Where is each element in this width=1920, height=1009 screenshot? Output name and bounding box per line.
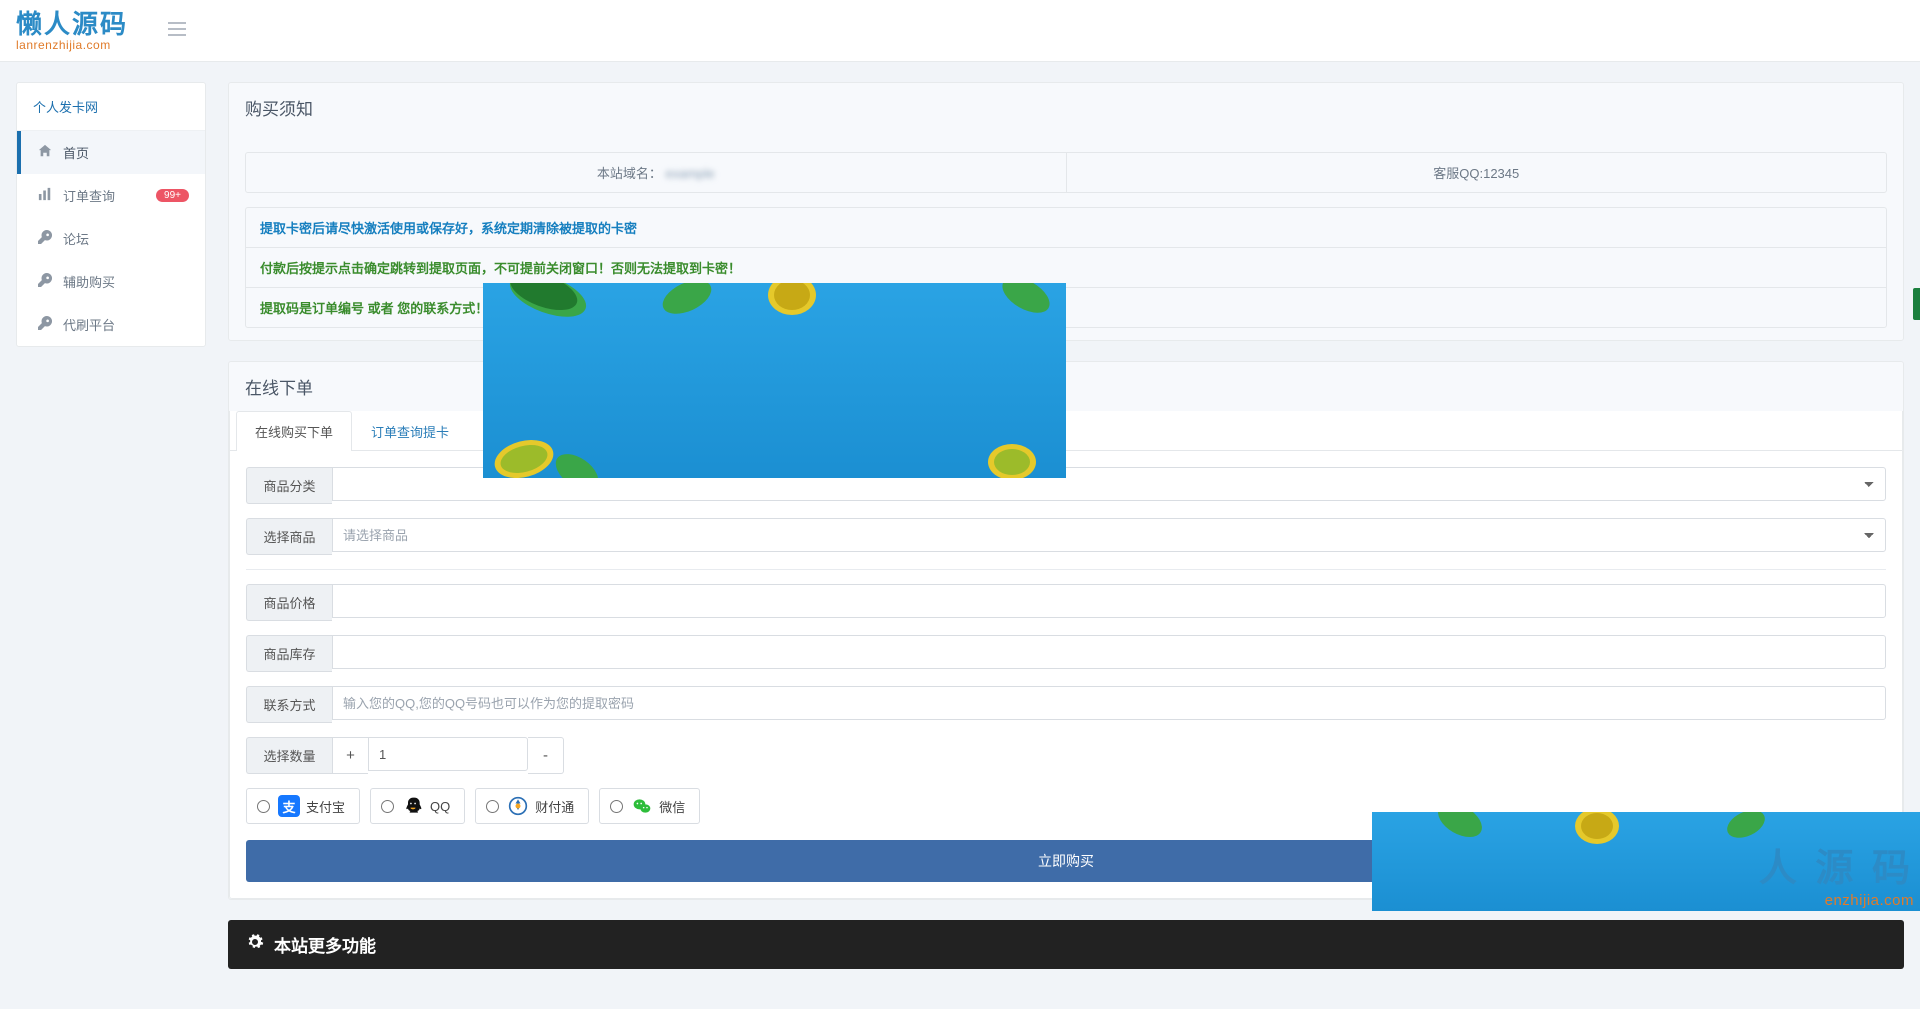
watermark-cn: 人 源 码 xyxy=(1759,837,1914,892)
notice-box: 提取卡密后请尽快激活使用或保存好，系统定期清除被提取的卡密 付款后按提示点击确定… xyxy=(245,207,1887,328)
qty-plus-button[interactable]: + xyxy=(332,737,368,774)
key-icon xyxy=(37,230,53,247)
pay-radio-tenpay[interactable] xyxy=(486,800,499,813)
field-category-label: 商品分类 xyxy=(246,467,332,504)
pay-option-qq[interactable]: QQ xyxy=(370,788,465,824)
top-bar: 懒人源码 lanrenzhijia.com xyxy=(0,0,1920,62)
field-stock-label: 商品库存 xyxy=(246,635,332,672)
notice-qq-cell: 客服QQ:12345 xyxy=(1066,153,1887,192)
logo: 懒人源码 lanrenzhijia.com xyxy=(16,11,128,51)
key-icon xyxy=(37,316,53,333)
field-price-label: 商品价格 xyxy=(246,584,332,621)
sidebar-item-assist-buy[interactable]: 辅助购买 xyxy=(17,260,205,303)
notice-domain-value: example xyxy=(666,166,715,181)
sidebar-item-proxy[interactable]: 代刷平台 xyxy=(17,303,205,346)
chart-icon xyxy=(37,187,53,204)
tenpay-icon xyxy=(507,795,529,817)
feature-banner-title: 本站更多功能 xyxy=(274,932,376,957)
badge-99plus: 99+ xyxy=(156,189,189,202)
tab-history[interactable]: 查询历史订 xyxy=(468,411,571,451)
home-icon xyxy=(37,144,53,161)
sidebar-item-label: 代刷平台 xyxy=(63,315,189,334)
panel-order-title: 在线下单 xyxy=(229,362,1903,411)
sidebar: 个人发卡网 首页 订单查询 99+ 论坛 辅助购买 xyxy=(16,82,206,347)
pay-label: 微信 xyxy=(659,797,685,816)
select-product[interactable]: 请选择商品 xyxy=(332,518,1886,552)
field-qty-label: 选择数量 xyxy=(246,737,332,774)
input-stock xyxy=(332,635,1886,669)
order-tabs: 在线购买下单 订单查询提卡 查询历史订 xyxy=(230,411,1902,451)
pay-radio-alipay[interactable] xyxy=(257,800,270,813)
panel-notice: 购买须知 本站域名： example 客服QQ:12345 提取卡密后请尽快激活… xyxy=(228,82,1904,341)
notice-domain-cell: 本站域名： example xyxy=(246,153,1066,192)
menu-toggle-icon[interactable] xyxy=(168,20,186,41)
input-price xyxy=(332,584,1886,618)
tab-query[interactable]: 订单查询提卡 xyxy=(352,411,468,451)
notice-line-2: 付款后按提示点击确定跳转到提取页面，不可提前关闭窗口！否则无法提取到卡密！ xyxy=(246,247,1886,287)
watermark-en: enzhijia.com xyxy=(1759,892,1914,909)
pay-option-alipay[interactable]: 支 支付宝 xyxy=(246,788,360,824)
notice-line-3: 提取码是订单编号 或者 您的联系方式！ xyxy=(246,287,1886,327)
sidebar-item-forum[interactable]: 论坛 xyxy=(17,217,205,260)
field-product: 选择商品 请选择商品 xyxy=(246,518,1886,555)
pay-option-wechat[interactable]: 微信 xyxy=(599,788,700,824)
pay-label: 财付通 xyxy=(535,797,574,816)
pay-label: QQ xyxy=(430,799,450,814)
sidebar-item-orders[interactable]: 订单查询 99+ xyxy=(17,174,205,217)
select-category[interactable] xyxy=(332,467,1886,501)
field-price: 商品价格 xyxy=(246,584,1886,621)
sidebar-item-label: 论坛 xyxy=(63,229,189,248)
panel-notice-title: 购买须知 xyxy=(229,83,1903,132)
key-icon xyxy=(37,273,53,290)
field-contact-label: 联系方式 xyxy=(246,686,332,723)
right-edge-indicator xyxy=(1913,288,1920,320)
sidebar-item-label: 订单查询 xyxy=(63,186,146,205)
wechat-icon xyxy=(631,795,653,817)
logo-sub: lanrenzhijia.com xyxy=(16,39,128,51)
sidebar-item-home[interactable]: 首页 xyxy=(17,131,205,174)
sidebar-item-label: 辅助购买 xyxy=(63,272,189,291)
notice-domain-label: 本站域名： xyxy=(597,166,662,181)
field-qty: 选择数量 + - xyxy=(246,737,1886,774)
qty-minus-button[interactable]: - xyxy=(528,737,564,774)
input-qty[interactable] xyxy=(368,737,528,771)
sidebar-item-label: 首页 xyxy=(63,143,189,162)
input-contact[interactable] xyxy=(332,686,1886,720)
field-contact: 联系方式 xyxy=(246,686,1886,723)
notice-line-1: 提取卡密后请尽快激活使用或保存好，系统定期清除被提取的卡密 xyxy=(246,208,1886,247)
sidebar-section-title: 个人发卡网 xyxy=(17,83,205,131)
divider xyxy=(246,569,1886,570)
pay-label: 支付宝 xyxy=(306,797,345,816)
alipay-icon: 支 xyxy=(278,795,300,817)
qq-icon xyxy=(402,795,424,817)
bottom-right-watermark: 人 源 码 enzhijia.com xyxy=(1372,812,1920,911)
pay-radio-wechat[interactable] xyxy=(610,800,623,813)
pay-option-tenpay[interactable]: 财付通 xyxy=(475,788,589,824)
gear-icon xyxy=(246,933,264,956)
field-product-label: 选择商品 xyxy=(246,518,332,555)
logo-main: 懒人源码 xyxy=(16,11,128,37)
field-category: 商品分类 xyxy=(246,467,1886,504)
feature-banner: 本站更多功能 xyxy=(228,920,1904,969)
notice-info-row: 本站域名： example 客服QQ:12345 xyxy=(245,152,1887,193)
field-stock: 商品库存 xyxy=(246,635,1886,672)
pay-radio-qq[interactable] xyxy=(381,800,394,813)
tab-buy[interactable]: 在线购买下单 xyxy=(236,411,352,451)
